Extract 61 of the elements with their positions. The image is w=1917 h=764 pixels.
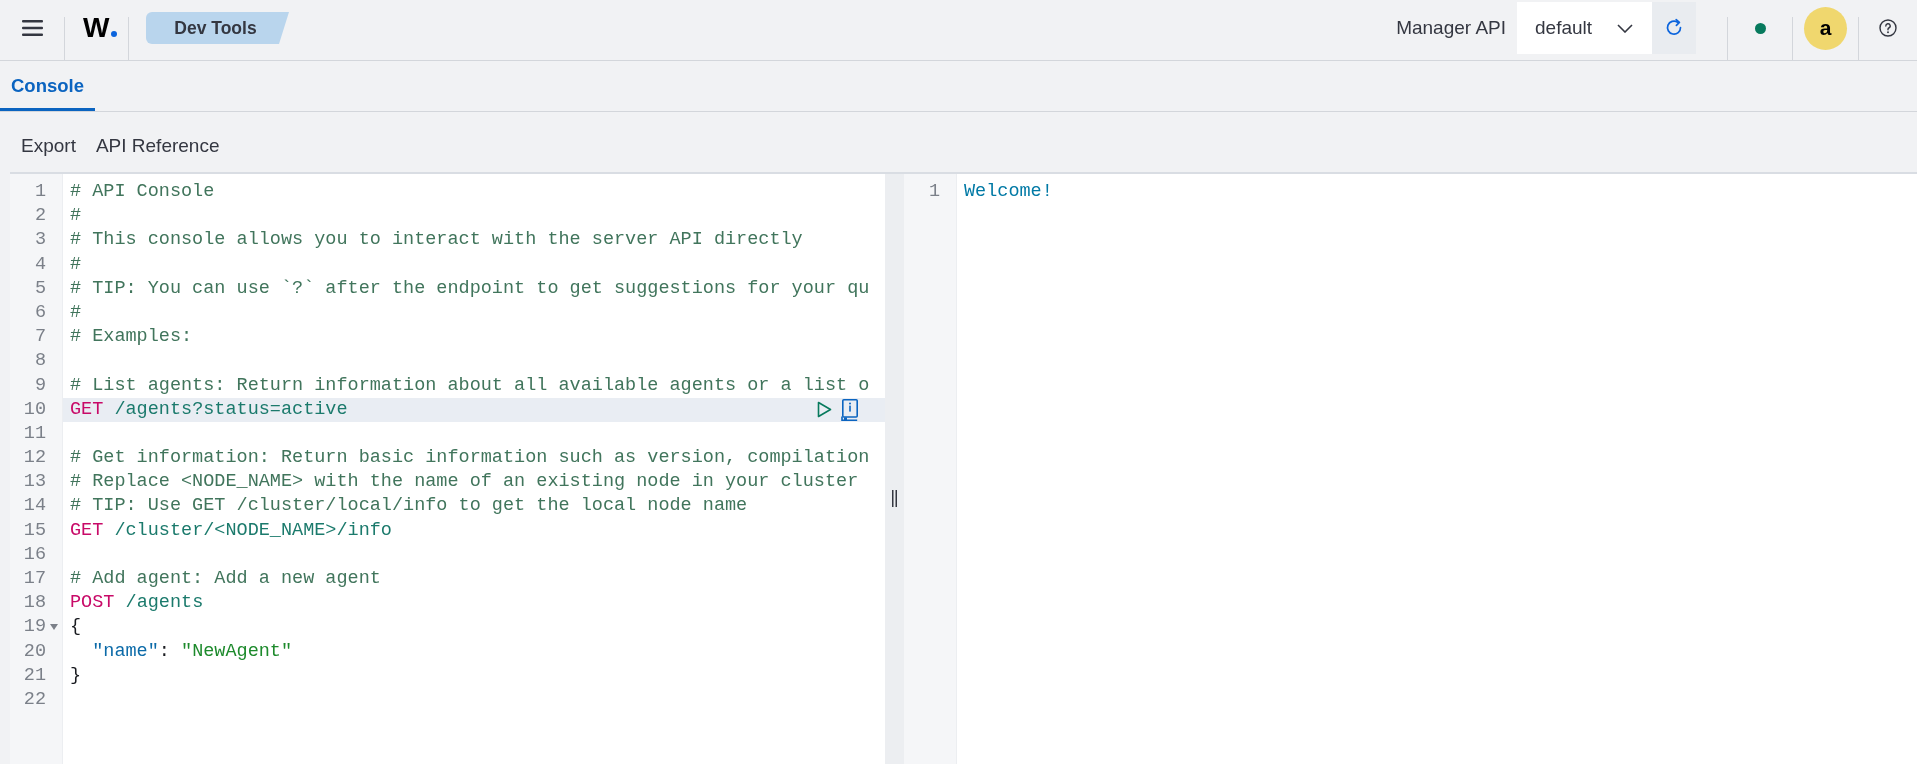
- book-icon[interactable]: [841, 398, 858, 421]
- status-dot-icon: [1754, 22, 1766, 34]
- line-number: 7: [34, 325, 46, 350]
- line-number: 8: [34, 349, 46, 374]
- code-line: # TIP: Use GET /cluster/local/info to get the local node name: [70, 494, 748, 519]
- line-number: 16: [23, 542, 46, 567]
- code-line: GET /cluster/<NODE_NAME>/info: [70, 518, 392, 543]
- code-line: #: [70, 300, 82, 325]
- code-line: # Add agent: Add a new agent: [70, 567, 381, 591]
- code-line: # List agents: Return information about all available agents or a list o: [70, 373, 870, 398]
- logo-text: W: [83, 14, 110, 42]
- line-number: 11: [23, 421, 46, 446]
- code-line: # API Console: [70, 180, 215, 204]
- line-number: 2: [34, 204, 46, 229]
- code-line: # This console allows you to interact with the server API directly: [70, 228, 803, 253]
- line-number: 21: [23, 663, 46, 688]
- logo-dot-icon: [111, 31, 118, 37]
- line-number: 19: [23, 615, 46, 640]
- line-number: 9: [34, 373, 46, 398]
- toolbar-link[interactable]: Export: [21, 135, 76, 157]
- code-line: }: [70, 663, 82, 688]
- line-number: 5: [34, 276, 46, 301]
- drag-handle-icon[interactable]: [892, 490, 897, 507]
- line-number: 15: [23, 518, 46, 543]
- code-line: # Replace <NODE_NAME> with the name of an existing node in your cluster: [70, 470, 859, 495]
- line-number: 12: [23, 446, 46, 471]
- toolbar-link[interactable]: API Reference: [95, 135, 220, 157]
- app-title-badge: Dev Tools: [146, 12, 289, 44]
- help-icon[interactable]: [1879, 19, 1897, 37]
- api-label: Manager API: [1396, 17, 1506, 39]
- code-line: # Get information: Return basic information such as version, compilation: [70, 446, 870, 471]
- code-line: #: [70, 204, 82, 229]
- line-number: 18: [23, 591, 46, 616]
- line-number: 1: [928, 180, 940, 204]
- line-number: 10: [23, 397, 46, 422]
- code-line: Welcome!: [964, 180, 1053, 204]
- code-line: {: [70, 615, 82, 640]
- refresh-button[interactable]: [1652, 2, 1696, 54]
- line-number: 4: [34, 252, 46, 277]
- user-avatar[interactable]: a: [1804, 6, 1847, 50]
- code-line: # Examples:: [70, 325, 193, 350]
- line-number: 1: [34, 180, 46, 204]
- line-number: 13: [23, 470, 46, 495]
- fold-caret-icon[interactable]: [50, 624, 58, 631]
- api-select[interactable]: default: [1517, 2, 1652, 54]
- code-line: #: [70, 252, 82, 277]
- line-number: 22: [23, 687, 46, 712]
- line-number: 20: [23, 639, 46, 664]
- tab[interactable]: Console: [0, 61, 95, 111]
- line-number: 6: [34, 300, 46, 325]
- code-line: POST /agents: [70, 591, 204, 616]
- code-line: # TIP: You can use `?` after the endpoint to get suggestions for your qu: [70, 276, 870, 301]
- refresh-icon: [1664, 18, 1684, 38]
- play-icon[interactable]: [817, 401, 832, 419]
- menu-icon[interactable]: [21, 20, 43, 36]
- line-number: 17: [23, 567, 46, 591]
- line-number: 3: [34, 228, 46, 253]
- code-line: "name": "NewAgent": [91, 639, 293, 664]
- code-line: GET /agents?status=active: [70, 397, 348, 422]
- line-number: 14: [23, 494, 46, 519]
- chevron-down-icon: [1617, 23, 1633, 33]
